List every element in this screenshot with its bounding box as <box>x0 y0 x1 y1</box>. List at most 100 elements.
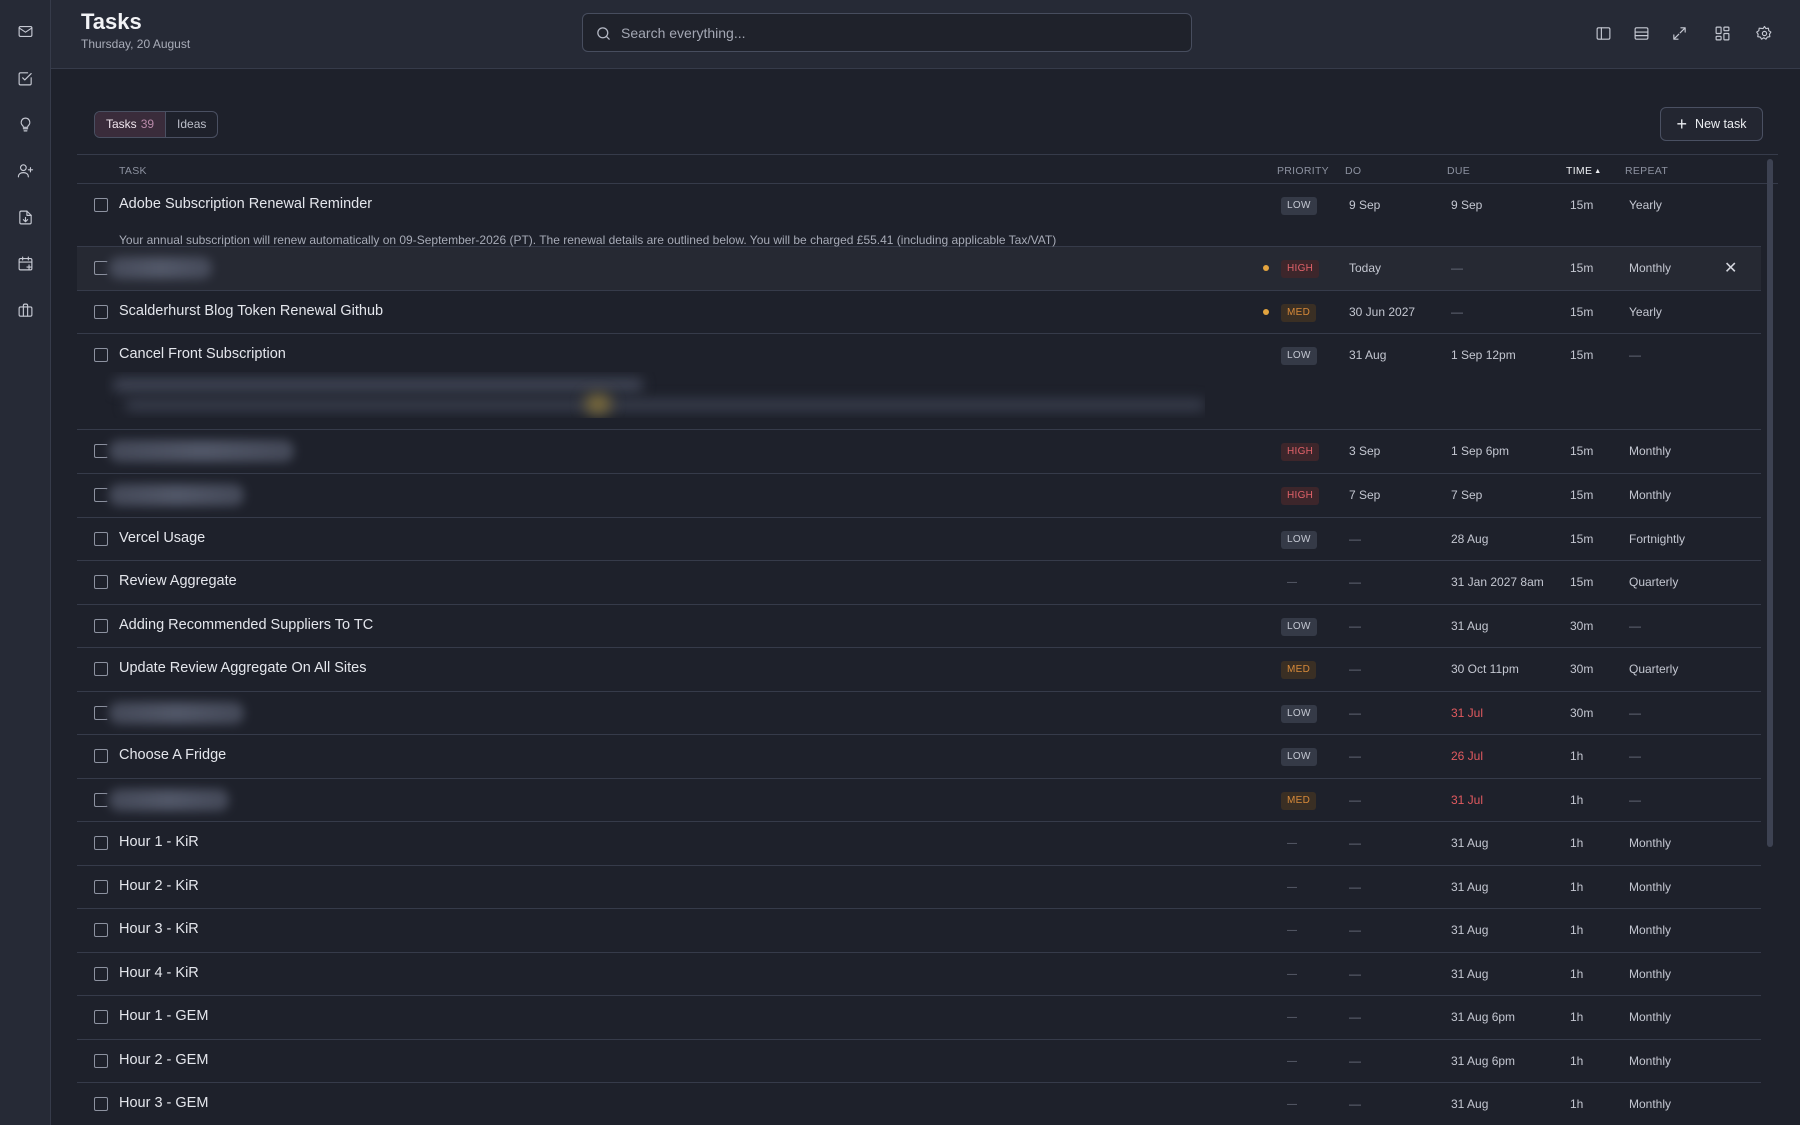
time-estimate[interactable]: 30m <box>1570 706 1593 720</box>
repeat-value[interactable]: Yearly <box>1629 305 1662 319</box>
repeat-value[interactable]: — <box>1629 749 1641 763</box>
table-row[interactable]: Scalderhurst Blog Token Renewal Github ME… <box>77 291 1761 334</box>
repeat-value[interactable]: — <box>1629 619 1641 633</box>
table-row[interactable]: Vercel Usage LOW — 28 Aug 15m Fortnightly <box>77 518 1761 561</box>
do-date[interactable]: 9 Sep <box>1349 198 1380 212</box>
table-row[interactable]: HIGH 7 Sep 7 Sep 15m Monthly <box>77 474 1761 518</box>
do-date[interactable]: 30 Jun 2027 <box>1349 305 1415 319</box>
time-estimate[interactable]: 1h <box>1570 749 1583 763</box>
priority-badge[interactable]: HIGH <box>1281 487 1320 505</box>
time-estimate[interactable]: 1h <box>1570 967 1583 981</box>
repeat-value[interactable]: Monthly <box>1629 1010 1671 1024</box>
due-date[interactable]: 31 Aug 6pm <box>1451 1010 1515 1024</box>
repeat-value[interactable]: Monthly <box>1629 444 1671 458</box>
due-date[interactable]: 31 Aug <box>1451 836 1488 850</box>
do-date[interactable]: — <box>1349 1010 1361 1024</box>
time-estimate[interactable]: 15m <box>1570 575 1593 589</box>
due-date[interactable]: 28 Aug <box>1451 532 1488 546</box>
task-checkbox[interactable] <box>94 1097 108 1111</box>
task-checkbox[interactable] <box>94 348 108 362</box>
table-row[interactable]: Update Review Aggregate On All Sites MED —… <box>77 648 1761 692</box>
table-row[interactable]: HIGH 3 Sep 1 Sep 6pm 15m Monthly <box>77 430 1761 474</box>
repeat-value[interactable]: Monthly <box>1629 488 1671 502</box>
task-checkbox[interactable] <box>94 1010 108 1024</box>
time-estimate[interactable]: 30m <box>1570 619 1593 633</box>
task-checkbox[interactable] <box>94 967 108 981</box>
time-estimate[interactable]: 15m <box>1570 532 1593 546</box>
task-checkbox[interactable] <box>94 619 108 633</box>
task-title[interactable]: Hour 3 - GEM <box>119 1095 208 1111</box>
due-date[interactable]: 31 Aug 6pm <box>1451 1054 1515 1068</box>
due-date[interactable]: 31 Jul <box>1451 793 1483 807</box>
do-date[interactable]: 31 Aug <box>1349 348 1386 362</box>
do-date[interactable]: — <box>1349 793 1361 807</box>
repeat-value[interactable]: Monthly <box>1629 923 1671 937</box>
do-date[interactable]: — <box>1349 575 1361 589</box>
do-date[interactable]: — <box>1349 662 1361 676</box>
repeat-value[interactable]: — <box>1629 706 1641 720</box>
settings-icon[interactable] <box>1753 22 1775 44</box>
due-date[interactable]: 30 Oct 11pm <box>1451 662 1519 676</box>
task-title[interactable]: Scalderhurst Blog Token Renewal Github <box>119 303 383 319</box>
col-repeat[interactable]: REPEAT <box>1625 165 1668 177</box>
table-row[interactable]: Hour 4 - KiR — — 31 Aug 1h Monthly <box>77 953 1761 996</box>
close-icon[interactable]: ✕ <box>1724 258 1737 278</box>
repeat-value[interactable]: Fortnightly <box>1629 532 1685 546</box>
user-plus-icon[interactable] <box>13 158 37 182</box>
table-row[interactable]: Review Aggregate — — 31 Jan 2027 8am 15m Quar… <box>77 561 1761 605</box>
table-row[interactable]: Hour 1 - KiR — — 31 Aug 1h Monthly <box>77 822 1761 866</box>
due-date[interactable]: 31 Aug <box>1451 923 1488 937</box>
checkbox-icon[interactable] <box>13 66 37 90</box>
priority-badge[interactable]: LOW <box>1281 705 1317 723</box>
task-checkbox[interactable] <box>94 662 108 676</box>
task-title[interactable]: Hour 3 - KiR <box>119 921 199 937</box>
due-date[interactable]: — <box>1451 261 1463 275</box>
task-checkbox[interactable] <box>94 488 108 502</box>
repeat-value[interactable]: Monthly <box>1629 836 1671 850</box>
new-task-button[interactable]: + New task <box>1660 107 1763 141</box>
time-estimate[interactable]: 15m <box>1570 198 1593 212</box>
time-estimate[interactable]: 1h <box>1570 1097 1583 1111</box>
do-date[interactable]: — <box>1349 619 1361 633</box>
sidebar-panel-icon[interactable] <box>1592 22 1614 44</box>
task-title[interactable]: Adding Recommended Suppliers To TC <box>119 617 373 633</box>
table-row[interactable]: Hour 3 - KiR — — 31 Aug 1h Monthly <box>77 909 1761 953</box>
due-date[interactable]: 7 Sep <box>1451 488 1482 502</box>
table-row[interactable]: Choose A Fridge LOW — 26 Jul 1h — <box>77 735 1761 779</box>
due-date[interactable]: 31 Aug <box>1451 619 1488 633</box>
task-checkbox[interactable] <box>94 261 108 275</box>
time-estimate[interactable]: 1h <box>1570 923 1583 937</box>
priority-badge[interactable]: — <box>1281 966 1303 984</box>
priority-badge[interactable]: MED <box>1281 304 1317 322</box>
due-date[interactable]: 31 Aug <box>1451 1097 1488 1111</box>
do-date[interactable]: 3 Sep <box>1349 444 1380 458</box>
repeat-value[interactable]: Quarterly <box>1629 575 1678 589</box>
time-estimate[interactable]: 15m <box>1570 348 1593 362</box>
task-checkbox[interactable] <box>94 880 108 894</box>
task-checkbox[interactable] <box>94 749 108 763</box>
priority-badge[interactable]: HIGH <box>1281 443 1320 461</box>
table-row[interactable]: Hour 2 - GEM — — 31 Aug 6pm 1h Monthly <box>77 1040 1761 1083</box>
calendar-icon[interactable] <box>13 251 37 275</box>
table-row[interactable]: Hour 3 - GEM — — 31 Aug 1h Monthly <box>77 1083 1761 1125</box>
time-estimate[interactable]: 1h <box>1570 836 1583 850</box>
table-row[interactable]: LOW — 31 Jul 30m — <box>77 692 1761 735</box>
time-estimate[interactable]: 30m <box>1570 662 1593 676</box>
task-title[interactable]: Choose A Fridge <box>119 747 226 763</box>
do-date[interactable]: — <box>1349 749 1361 763</box>
priority-badge[interactable]: LOW <box>1281 197 1317 215</box>
repeat-value[interactable]: Monthly <box>1629 880 1671 894</box>
task-title[interactable]: Hour 2 - KiR <box>119 878 199 894</box>
task-title[interactable]: Review Aggregate <box>119 573 237 589</box>
table-row[interactable]: MED — 31 Jul 1h — <box>77 779 1761 822</box>
table-layout-icon[interactable] <box>1630 22 1652 44</box>
dashboard-grid-icon[interactable] <box>1711 22 1733 44</box>
table-row[interactable]: HIGH Today — 15m Monthly ✕ <box>77 247 1761 291</box>
search-input[interactable] <box>621 14 1181 51</box>
scrollbar[interactable] <box>1767 159 1773 847</box>
do-date[interactable]: — <box>1349 1097 1361 1111</box>
file-download-icon[interactable] <box>13 205 37 229</box>
col-priority[interactable]: PRIORITY <box>1277 165 1329 177</box>
priority-badge[interactable]: — <box>1281 574 1303 592</box>
due-date[interactable]: — <box>1451 305 1463 319</box>
